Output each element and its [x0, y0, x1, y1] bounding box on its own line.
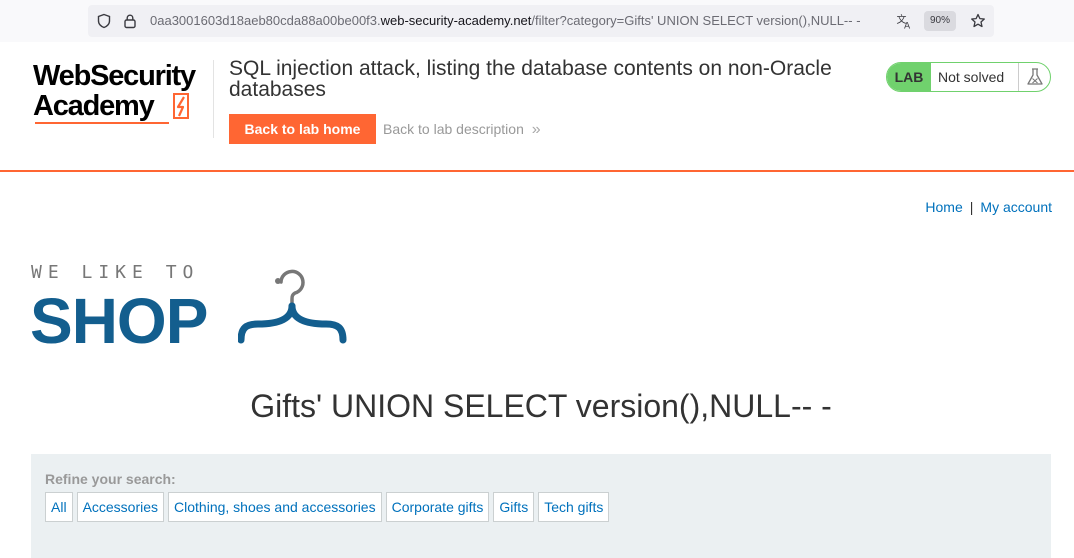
shop-tagline: WE LIKE TO	[31, 262, 200, 283]
filter-accessories[interactable]: Accessories	[76, 492, 165, 522]
hanger-icon	[238, 269, 347, 344]
back-to-lab-description-link[interactable]: Back to lab description »	[383, 121, 541, 139]
url-text[interactable]: 0aa3001603d18aeb80cda88a00be00f3.web-sec…	[150, 13, 870, 28]
chevron-right-icon: »	[531, 121, 541, 138]
lab-header: WebSecurity Academy SQL injection attack…	[0, 42, 1074, 172]
lab-title: SQL injection attack, listing the databa…	[229, 57, 832, 101]
filter-label: Refine your search:	[45, 471, 176, 487]
filter-tech-gifts[interactable]: Tech gifts	[538, 492, 610, 522]
svg-text:A: A	[904, 22, 911, 30]
nav-separator: |	[969, 199, 974, 215]
category-heading: Gifts' UNION SELECT version(),NULL-- -	[250, 388, 832, 424]
star-icon[interactable]	[970, 13, 986, 29]
lock-icon[interactable]	[122, 13, 138, 29]
category-filter-list: All Accessories Clothing, shoes and acce…	[45, 492, 610, 522]
translate-icon[interactable]: 文 A	[896, 13, 912, 29]
logo-underline	[35, 122, 169, 124]
url-prefix: 0aa3001603d18aeb80cda88a00be00f3.	[150, 13, 381, 28]
flask-icon-container	[1018, 63, 1050, 91]
filter-panel: Refine your search: All Accessories Clot…	[31, 454, 1051, 558]
home-link[interactable]: Home	[925, 199, 962, 215]
account-navigation: Home | My account	[925, 199, 1052, 215]
web-security-academy-logo[interactable]: WebSecurity Academy	[33, 60, 211, 130]
lab-status: Not solved	[938, 69, 1005, 85]
filter-corporate-gifts[interactable]: Corporate gifts	[385, 492, 490, 522]
filter-clothing-shoes-accessories[interactable]: Clothing, shoes and accessories	[168, 492, 382, 522]
shop-logo[interactable]: WE LIKE TO SHOP	[30, 260, 350, 357]
logo-text-line2: Academy	[33, 90, 155, 122]
address-bar[interactable]: 0aa3001603d18aeb80cda88a00be00f3.web-sec…	[88, 5, 994, 37]
shield-icon[interactable]	[96, 13, 112, 29]
url-path: /filter?category=Gifts' UNION SELECT ver…	[531, 13, 861, 28]
lab-badge: LAB	[887, 63, 931, 91]
lightning-icon	[173, 93, 189, 119]
back-to-description-label: Back to lab description	[383, 121, 524, 137]
logo-text-line1: WebSecurity	[33, 60, 196, 92]
browser-toolbar: 0aa3001603d18aeb80cda88a00be00f3.web-sec…	[0, 0, 1074, 43]
header-divider	[213, 60, 214, 138]
lab-status-widget: LAB Not solved	[886, 62, 1051, 92]
url-domain: web-security-academy.net	[380, 13, 532, 28]
back-to-lab-home-button[interactable]: Back to lab home	[229, 114, 376, 144]
flask-icon	[1027, 68, 1043, 85]
filter-gifts[interactable]: Gifts	[493, 492, 535, 522]
zoom-level[interactable]: 90%	[924, 11, 956, 31]
filter-all[interactable]: All	[45, 492, 73, 522]
my-account-link[interactable]: My account	[980, 199, 1052, 215]
shop-wordmark: SHOP	[30, 285, 208, 357]
